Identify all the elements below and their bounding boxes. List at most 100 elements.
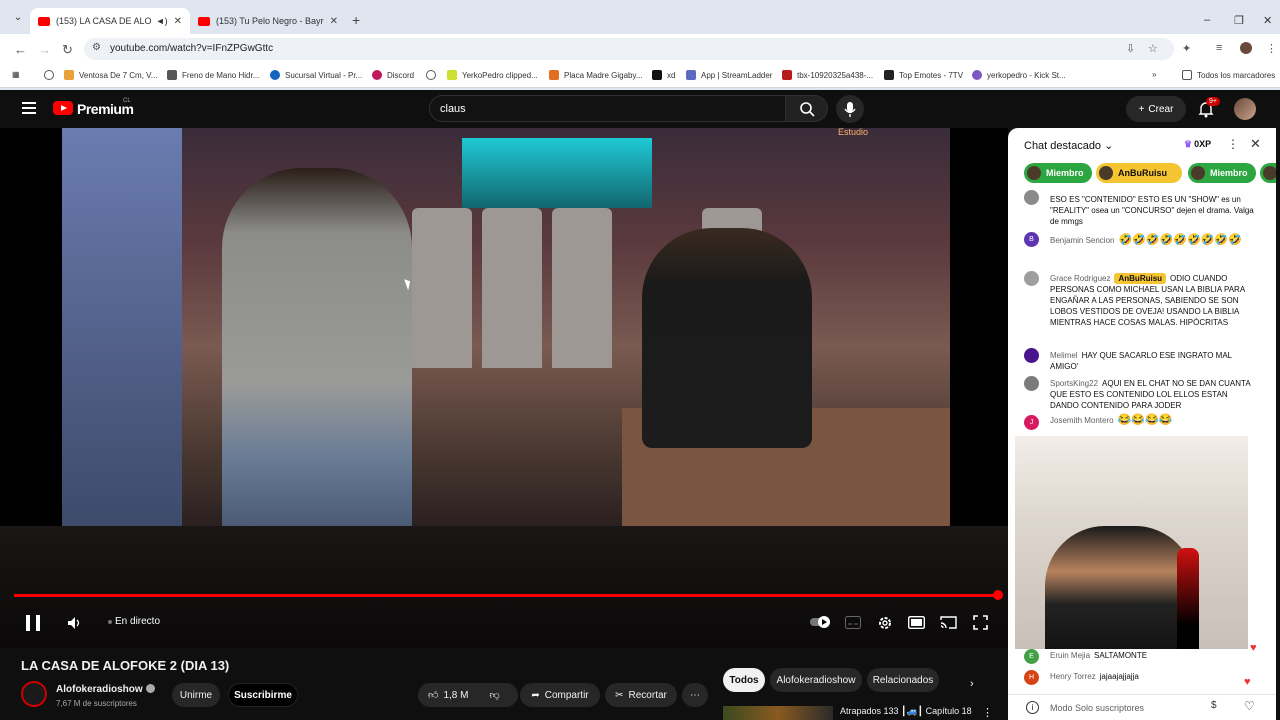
chat-mode-dropdown[interactable]: Chat destacado ⌄ (1024, 139, 1113, 152)
cast-icon[interactable] (940, 616, 957, 629)
bookmark-item[interactable]: Top Emotes - 7TV (884, 70, 963, 80)
share-button[interactable]: ➦ Compartir (520, 683, 600, 707)
bookmark-star-icon[interactable]: ☆ (1148, 42, 1158, 55)
chat-options-icon[interactable]: ⋮ (1227, 137, 1239, 151)
fullscreen-icon[interactable] (973, 615, 988, 630)
install-app-icon[interactable]: ⇩ (1126, 42, 1135, 55)
chat-author[interactable]: Josemith Montero (1050, 416, 1114, 425)
recommendation-more-icon[interactable]: ⋮ (982, 706, 993, 719)
bookmark-item[interactable]: YerkoPedro clipped... (447, 70, 538, 80)
member-badge[interactable]: Miembro (1024, 163, 1092, 183)
more-bookmarks-icon[interactable]: » (1152, 70, 1156, 79)
tab-inactive[interactable]: (153) Tu Pelo Negro - Bayron F ✕ (190, 8, 346, 34)
xp-counter[interactable]: ♛ 0XP (1184, 139, 1211, 150)
chat-avatar[interactable]: H (1024, 670, 1039, 685)
more-actions-icon[interactable]: ⋯ (682, 683, 708, 707)
chip-all[interactable]: Todos (723, 668, 765, 692)
video-frame[interactable]: Estudio (62, 128, 950, 526)
all-bookmarks[interactable]: Todos los marcadores (1182, 70, 1275, 80)
restore-icon[interactable]: ❐ (1234, 14, 1244, 27)
settings-gear-icon[interactable] (876, 614, 894, 632)
profile-avatar[interactable] (1240, 42, 1252, 54)
forward-icon[interactable]: → (38, 42, 51, 57)
member-badge[interactable]: Miembro (1188, 163, 1256, 183)
chat-author[interactable]: Benjamin Sencion (1050, 236, 1114, 245)
tab-active[interactable]: (153) LA CASA DE ALOFOKE ◄) ✕ (30, 8, 190, 34)
chat-avatar[interactable] (1024, 190, 1039, 205)
chip-related[interactable]: Relacionados (867, 668, 939, 692)
member-badge-partial[interactable] (1260, 163, 1276, 183)
heart-icon[interactable]: ♡ (1244, 699, 1255, 713)
recommendation-thumbnail[interactable] (723, 706, 833, 720)
chat-author[interactable]: Eruin Mejia (1050, 651, 1090, 660)
theater-mode-icon[interactable] (908, 616, 925, 629)
voice-search-button[interactable] (836, 95, 864, 123)
video-player[interactable]: Estudio En directo (0, 128, 1008, 648)
close-chat-icon[interactable]: ✕ (1250, 136, 1261, 152)
channel-avatar[interactable] (21, 681, 47, 707)
site-info-icon[interactable]: ⚙ (92, 42, 101, 53)
extensions-icon[interactable]: ✦ (1182, 42, 1191, 55)
account-avatar[interactable] (1234, 98, 1256, 120)
bookmark-globe-icon[interactable] (44, 70, 59, 80)
back-icon[interactable]: ← (14, 42, 27, 57)
bookmark-item[interactable]: tbx-10920325a438-... (782, 70, 873, 80)
media-control-icon[interactable]: ≡ (1216, 42, 1222, 54)
progress-bar[interactable] (14, 594, 998, 597)
new-tab-icon[interactable]: + (352, 12, 360, 28)
minimize-icon[interactable]: – (1204, 14, 1210, 26)
search-button[interactable] (786, 95, 828, 122)
bookmark-item[interactable]: Freno de Mano Hidr... (167, 70, 259, 80)
speaker-icon[interactable]: ◄) (156, 16, 168, 26)
close-tab-icon[interactable]: ✕ (330, 16, 338, 27)
info-icon[interactable]: i (1026, 701, 1039, 714)
progress-scrubber[interactable] (993, 590, 1003, 600)
url-text[interactable]: youtube.com/watch?v=IFnZPGwGttc (110, 43, 273, 54)
address-bar[interactable]: ⚙ youtube.com/watch?v=IFnZPGwGttc (84, 38, 1174, 60)
menu-icon[interactable] (22, 102, 36, 114)
apps-grid-icon[interactable]: ▦ (12, 70, 20, 79)
bookmark-item[interactable]: xd (652, 70, 675, 80)
dislike-icon[interactable]: 👎︎ (489, 689, 499, 701)
bookmark-item[interactable]: Discord (372, 70, 414, 80)
search-input[interactable]: claus (429, 95, 786, 122)
tab-search-icon[interactable]: ⌄ (10, 12, 26, 28)
recommendation-title[interactable]: Atrapados 133 ┃🚙┃ Capítulo 18 (840, 706, 972, 717)
volume-icon[interactable] (66, 615, 82, 631)
subtitles-icon[interactable] (845, 616, 861, 629)
close-tab-icon[interactable]: ✕ (174, 16, 182, 27)
bookmark-item[interactable]: Placa Madre Gigaby... (549, 70, 643, 80)
super-chat-icon[interactable]: $ (1211, 700, 1217, 711)
subscribe-button[interactable]: Suscribirme (228, 683, 298, 707)
close-window-icon[interactable]: ✕ (1263, 14, 1272, 27)
member-badge[interactable]: AnBuRuisu (1096, 163, 1182, 183)
chat-author[interactable]: Henry Torrez (1050, 672, 1096, 681)
create-button[interactable]: + Crear (1126, 96, 1186, 122)
chat-avatar[interactable] (1024, 271, 1039, 286)
bookmark-item[interactable]: Ventosa De 7 Cm, V... (64, 70, 157, 80)
like-count[interactable]: 1,8 M (443, 690, 468, 701)
chat-avatar[interactable]: E (1024, 649, 1039, 664)
browser-menu-icon[interactable]: ⋮ (1266, 42, 1277, 55)
pause-button[interactable] (26, 615, 40, 631)
bookmark-item[interactable]: Sucursal Virtual - Pr... (270, 70, 362, 80)
chat-avatar[interactable]: B (1024, 232, 1039, 247)
bookmark-item[interactable]: yerkopedro - Kick St... (972, 70, 1066, 80)
chat-author[interactable]: Grace Rodriguez (1050, 274, 1110, 283)
bookmark-globe-icon[interactable] (426, 70, 441, 80)
chips-next-icon[interactable]: › (970, 678, 974, 690)
live-label[interactable]: En directo (115, 616, 160, 627)
like-icon[interactable]: 👍︎ (428, 689, 438, 701)
clip-button[interactable]: ✂ Recortar (605, 683, 677, 707)
youtube-logo-icon[interactable] (53, 101, 73, 115)
chat-author[interactable]: Melimel (1050, 351, 1078, 360)
channel-name[interactable]: Alofokeradioshow (56, 684, 143, 695)
reload-icon[interactable]: ↻ (62, 42, 73, 58)
chat-avatar[interactable]: J (1024, 415, 1039, 430)
join-button[interactable]: Unirme (172, 683, 220, 707)
chat-avatar[interactable] (1024, 376, 1039, 391)
chat-author[interactable]: SportsKing22 (1050, 379, 1098, 388)
bookmark-item[interactable]: App | StreamLadder (686, 70, 772, 80)
chip-channel[interactable]: Alofokeradioshow (770, 668, 862, 692)
autoplay-toggle-icon[interactable] (810, 615, 832, 629)
